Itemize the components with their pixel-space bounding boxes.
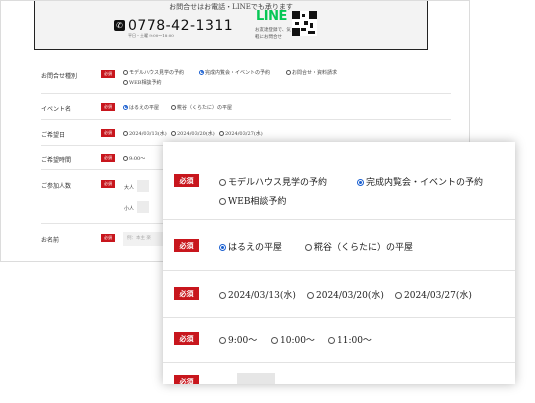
phone-number[interactable]: 0778-42-1311: [128, 18, 233, 34]
line-note: お友達登録で、気軽にお問合せ: [255, 28, 291, 40]
option-kuratani-hiraya[interactable]: 糀谷（くらたに）の平屋: [305, 240, 413, 253]
radio-icon: [219, 178, 226, 186]
radio-icon: [219, 197, 226, 205]
phone-hours: 平日・土曜 9:00～18:00: [128, 33, 174, 38]
bg-option-time-1[interactable]: 9:00～: [123, 155, 145, 162]
bg-label-name: お名前: [41, 237, 60, 244]
radio-selected-icon: [199, 69, 204, 75]
bg-label-event: イベント名: [41, 106, 72, 113]
bg-label-inquiry-type: お問合せ種別: [41, 73, 78, 80]
phone-block[interactable]: ✆ 0778-42-1311 平日・土曜 9:00～18:00: [114, 15, 233, 38]
option-time-0900[interactable]: 9:00～: [219, 333, 257, 346]
bg-child-label: 小人: [124, 206, 135, 212]
bg-label-date: ご希望日: [41, 132, 66, 139]
radio-icon: [171, 104, 176, 110]
contact-lead-text: お問合せはお電話・LINEでも承ります: [169, 3, 293, 11]
bg-adult-count-input[interactable]: [137, 180, 149, 192]
required-badge: 必須: [174, 375, 199, 384]
bg-option-kuratani[interactable]: 糀谷（くらたに）の平屋: [171, 104, 232, 111]
required-badge: 必須: [174, 287, 199, 300]
bg-option-request[interactable]: お問合せ・資料請求: [286, 69, 337, 76]
row-time: 必須 9:00～ 10:00～ 11:00～: [163, 318, 515, 363]
contact-banner: お問合せはお電話・LINEでも承ります ✆ 0778-42-1311 平日・土曜 …: [34, 1, 428, 50]
radio-icon: [395, 291, 402, 299]
option-date-0313[interactable]: 2024/03/13(水): [219, 288, 296, 301]
bg-adult-label: 大人: [124, 185, 135, 191]
line-logo[interactable]: LINE: [256, 9, 287, 24]
row-date: 必須 2024/03/13(水) 2024/03/20(水) 2024/03/2…: [163, 271, 515, 318]
form-zoom-card: 必須 モデルハウス見学の予約 完成内覧会・イベントの予約 WEB相談予約 必須 …: [163, 142, 515, 384]
radio-icon: [307, 291, 314, 299]
row-inquiry-type: 必須 モデルハウス見学の予約 完成内覧会・イベントの予約 WEB相談予約: [163, 142, 515, 220]
option-time-1100[interactable]: 11:00～: [328, 333, 372, 346]
radio-icon: [123, 155, 128, 161]
required-badge: 必須: [174, 239, 199, 252]
radio-icon: [219, 130, 224, 136]
bg-child-count-input[interactable]: [137, 201, 149, 213]
required-badge: 必須: [174, 332, 199, 345]
bg-row-event: イベント名 必須 はるえの平屋 糀谷（くらたに）の平屋: [41, 95, 451, 120]
option-completion-event[interactable]: 完成内覧会・イベントの予約: [357, 175, 483, 188]
required-badge: 必須: [174, 174, 199, 187]
row-event: 必須 はるえの平屋 糀谷（くらたに）の平屋: [163, 220, 515, 271]
radio-icon: [271, 336, 278, 344]
bg-option-modelhouse[interactable]: モデルハウス見学の予約: [123, 69, 184, 76]
qr-code-icon[interactable]: [292, 11, 317, 36]
radio-icon: [328, 336, 335, 344]
bg-option-event[interactable]: 完成内覧会・イベントの予約: [199, 69, 270, 76]
bg-required-badge: 必須: [101, 234, 115, 242]
radio-icon: [123, 79, 128, 85]
bg-row-inquiry-type: お問合せ種別 必須 モデルハウス見学の予約 完成内覧会・イベントの予約 お問合せ…: [41, 63, 451, 94]
bg-required-badge: 必須: [101, 154, 115, 162]
radio-icon: [305, 243, 312, 251]
bg-required-badge: 必須: [101, 129, 115, 137]
row-participants: 必須: [163, 363, 515, 384]
bg-option-date-1[interactable]: 2024/03/13(水): [123, 130, 167, 137]
bg-required-badge: 必須: [101, 103, 115, 111]
radio-selected-icon: [357, 178, 364, 186]
radio-icon: [219, 336, 226, 344]
bg-label-participants: ご参加人数: [41, 183, 72, 190]
option-time-1000[interactable]: 10:00～: [271, 333, 315, 346]
bg-option-web[interactable]: WEB相談予約: [123, 79, 161, 86]
bg-option-harue[interactable]: はるえの平屋: [123, 104, 159, 111]
radio-icon: [286, 69, 291, 75]
radio-selected-icon: [219, 243, 226, 251]
phone-icon: ✆: [114, 20, 125, 31]
bg-required-badge: 必須: [101, 70, 115, 78]
bg-label-time: ご希望時間: [41, 157, 72, 164]
bg-option-date-2[interactable]: 2024/03/20(水): [171, 130, 215, 137]
participant-count-input[interactable]: [237, 373, 275, 384]
option-date-0327[interactable]: 2024/03/27(水): [395, 288, 472, 301]
option-harue-hiraya[interactable]: はるえの平屋: [219, 240, 282, 253]
bg-required-badge: 必須: [101, 180, 115, 188]
radio-icon: [123, 130, 128, 136]
bg-option-date-3[interactable]: 2024/03/27(水): [219, 130, 263, 137]
option-date-0320[interactable]: 2024/03/20(水): [307, 288, 384, 301]
radio-icon: [171, 130, 176, 136]
option-modelhouse-visit[interactable]: モデルハウス見学の予約: [219, 175, 327, 188]
option-web-consultation[interactable]: WEB相談予約: [219, 194, 286, 207]
radio-icon: [219, 291, 226, 299]
radio-icon: [123, 69, 128, 75]
radio-selected-icon: [123, 104, 128, 110]
